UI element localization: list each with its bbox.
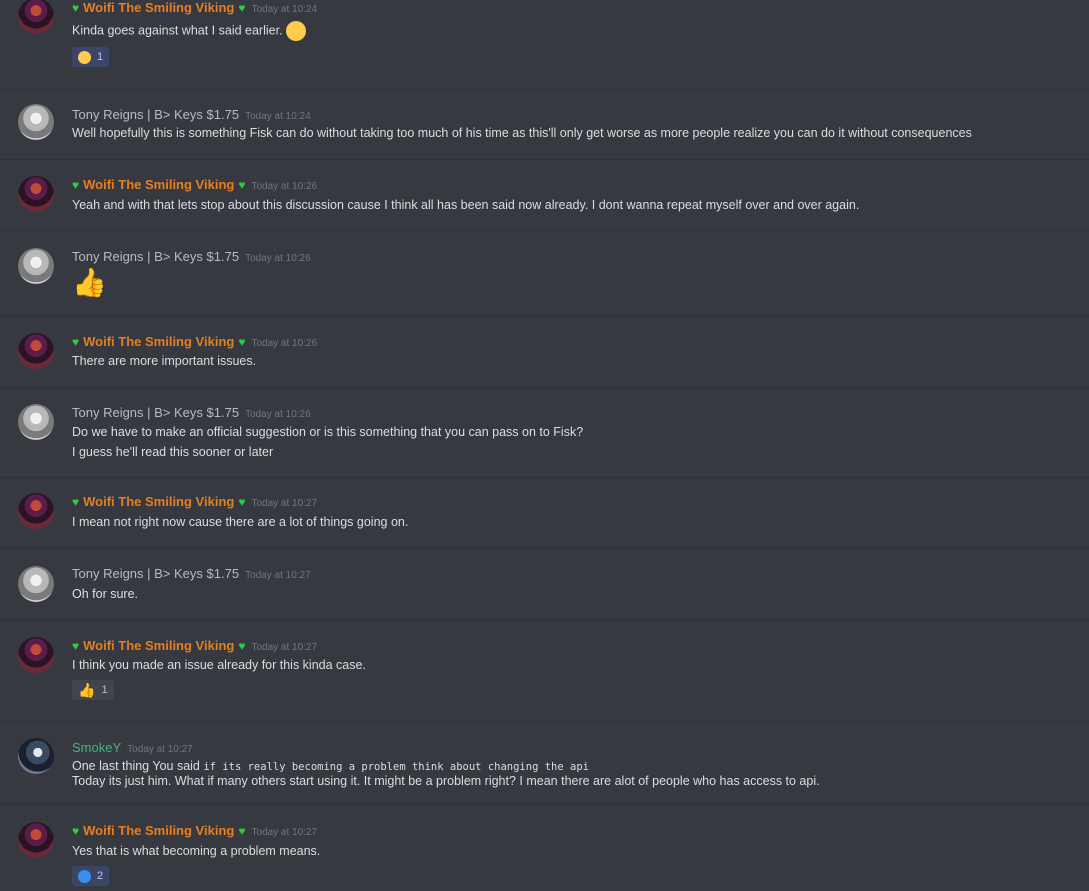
green-heart-icon: ♥ xyxy=(72,824,80,838)
message: ♥ Woifi The Smiling Viking ♥ Today at 10:27… xyxy=(0,478,1089,549)
timestamp: Today at 10:24 xyxy=(245,111,311,122)
message: SmokeY Today at 10:27 One last thing You … xyxy=(0,722,1089,805)
thumbs-up-icon: 👍 xyxy=(78,682,96,698)
timestamp: Today at 10:27 xyxy=(251,498,318,509)
avatar[interactable] xyxy=(18,0,54,34)
message: ♥ Woifi The Smiling Viking ♥ Today at 10:27… xyxy=(0,805,1089,891)
tongue-face-icon xyxy=(286,21,307,41)
author-name[interactable]: Woifi The Smiling Viking xyxy=(83,638,234,653)
author-name[interactable]: Woifi The Smiling Viking xyxy=(83,823,234,838)
timestamp: Today at 10:26 xyxy=(251,181,318,192)
reaction-count: 1 xyxy=(101,684,108,696)
author-name[interactable]: Woifi The Smiling Viking xyxy=(83,494,234,509)
message-text: Well hopefully this is something Fisk ca… xyxy=(72,126,972,140)
avatar[interactable] xyxy=(18,333,54,369)
thinking-face-icon xyxy=(78,869,91,883)
tongue-face-icon xyxy=(78,50,91,64)
green-heart-icon: ♥ xyxy=(238,1,246,15)
avatar[interactable] xyxy=(18,738,54,774)
message: ♥ Woifi The Smiling Viking ♥ Today at 10:24… xyxy=(0,0,1089,90)
green-heart-icon: ♥ xyxy=(72,1,80,15)
green-heart-icon: ♥ xyxy=(238,335,246,349)
message-text: I mean not right now cause there are a l… xyxy=(72,515,409,529)
avatar[interactable] xyxy=(18,493,54,529)
avatar[interactable] xyxy=(18,637,54,673)
message-text: Yes that is what becoming a problem mean… xyxy=(72,844,321,858)
inline-code: if its really becoming a problem think a… xyxy=(203,761,589,773)
message-text: Kinda goes against what I said earlier. xyxy=(72,23,283,38)
green-heart-icon: ♥ xyxy=(238,495,246,509)
reaction-tongue-face[interactable]: 1 xyxy=(72,47,110,67)
avatar[interactable] xyxy=(18,104,54,140)
timestamp: Today at 10:26 xyxy=(245,409,311,420)
message-text: Oh for sure. xyxy=(72,587,138,601)
message: ♥ Woifi The Smiling Viking ♥ Today at 10:26… xyxy=(0,160,1089,231)
green-heart-icon: ♥ xyxy=(72,495,80,509)
green-heart-icon: ♥ xyxy=(72,335,80,349)
message: Tony Reigns | B> Keys $1.75 Today at 10:2… xyxy=(0,231,1089,317)
timestamp: Today at 10:27 xyxy=(251,827,318,838)
green-heart-icon: ♥ xyxy=(238,178,246,192)
green-heart-icon: ♥ xyxy=(72,639,80,653)
author-name[interactable]: Woifi The Smiling Viking xyxy=(83,0,234,15)
author-name[interactable]: Tony Reigns | B> Keys $1.75 xyxy=(72,107,239,122)
avatar[interactable] xyxy=(18,176,54,212)
avatar[interactable] xyxy=(18,822,54,858)
timestamp: Today at 10:27 xyxy=(127,744,193,755)
message-text: Today its just him. What if many others … xyxy=(72,774,820,788)
message-text: Yeah and with that lets stop about this … xyxy=(72,198,860,212)
green-heart-icon: ♥ xyxy=(72,178,80,192)
reaction-thinking-face[interactable]: 2 xyxy=(72,866,110,886)
author-name[interactable]: Woifi The Smiling Viking xyxy=(83,334,234,349)
avatar[interactable] xyxy=(18,404,54,440)
message: ♥ Woifi The Smiling Viking ♥ Today at 10:26… xyxy=(0,317,1089,389)
avatar[interactable] xyxy=(18,566,54,602)
message-text: I think you made an issue already for th… xyxy=(72,658,366,672)
timestamp: Today at 10:26 xyxy=(251,338,318,349)
reaction-count: 2 xyxy=(97,870,104,882)
message: Tony Reigns | B> Keys $1.75 Today at 10:2… xyxy=(0,90,1089,160)
thumbs-up-icon: 👍 xyxy=(72,267,107,298)
message-text: Do we have to make an official suggestio… xyxy=(72,425,584,439)
avatar[interactable] xyxy=(18,248,54,284)
timestamp: Today at 10:27 xyxy=(251,642,318,653)
message: ♥ Woifi The Smiling Viking ♥ Today at 10:27… xyxy=(0,621,1089,722)
green-heart-icon: ♥ xyxy=(238,639,246,653)
message-list: ♥ Woifi The Smiling Viking ♥ Today at 10:24… xyxy=(0,0,1089,891)
message-text: I guess he'll read this sooner or later xyxy=(72,445,274,459)
timestamp: Today at 10:26 xyxy=(245,253,311,264)
author-name[interactable]: Tony Reigns | B> Keys $1.75 xyxy=(72,405,239,420)
message: Tony Reigns | B> Keys $1.75 Today at 10:2… xyxy=(0,389,1089,478)
green-heart-icon: ♥ xyxy=(238,824,246,838)
author-name[interactable]: Tony Reigns | B> Keys $1.75 xyxy=(72,249,239,264)
author-name[interactable]: Tony Reigns | B> Keys $1.75 xyxy=(72,566,239,581)
author-name[interactable]: SmokeY xyxy=(72,740,121,755)
message-text: There are more important issues. xyxy=(72,354,257,368)
author-name[interactable]: Woifi The Smiling Viking xyxy=(83,177,234,192)
message-text: One last thing You said xyxy=(72,759,204,773)
message: Tony Reigns | B> Keys $1.75 Today at 10:2… xyxy=(0,549,1089,621)
reaction-count: 1 xyxy=(97,51,104,63)
reaction-thumbs-up[interactable]: 👍 1 xyxy=(72,680,114,700)
timestamp: Today at 10:24 xyxy=(251,4,318,15)
timestamp: Today at 10:27 xyxy=(245,570,311,581)
